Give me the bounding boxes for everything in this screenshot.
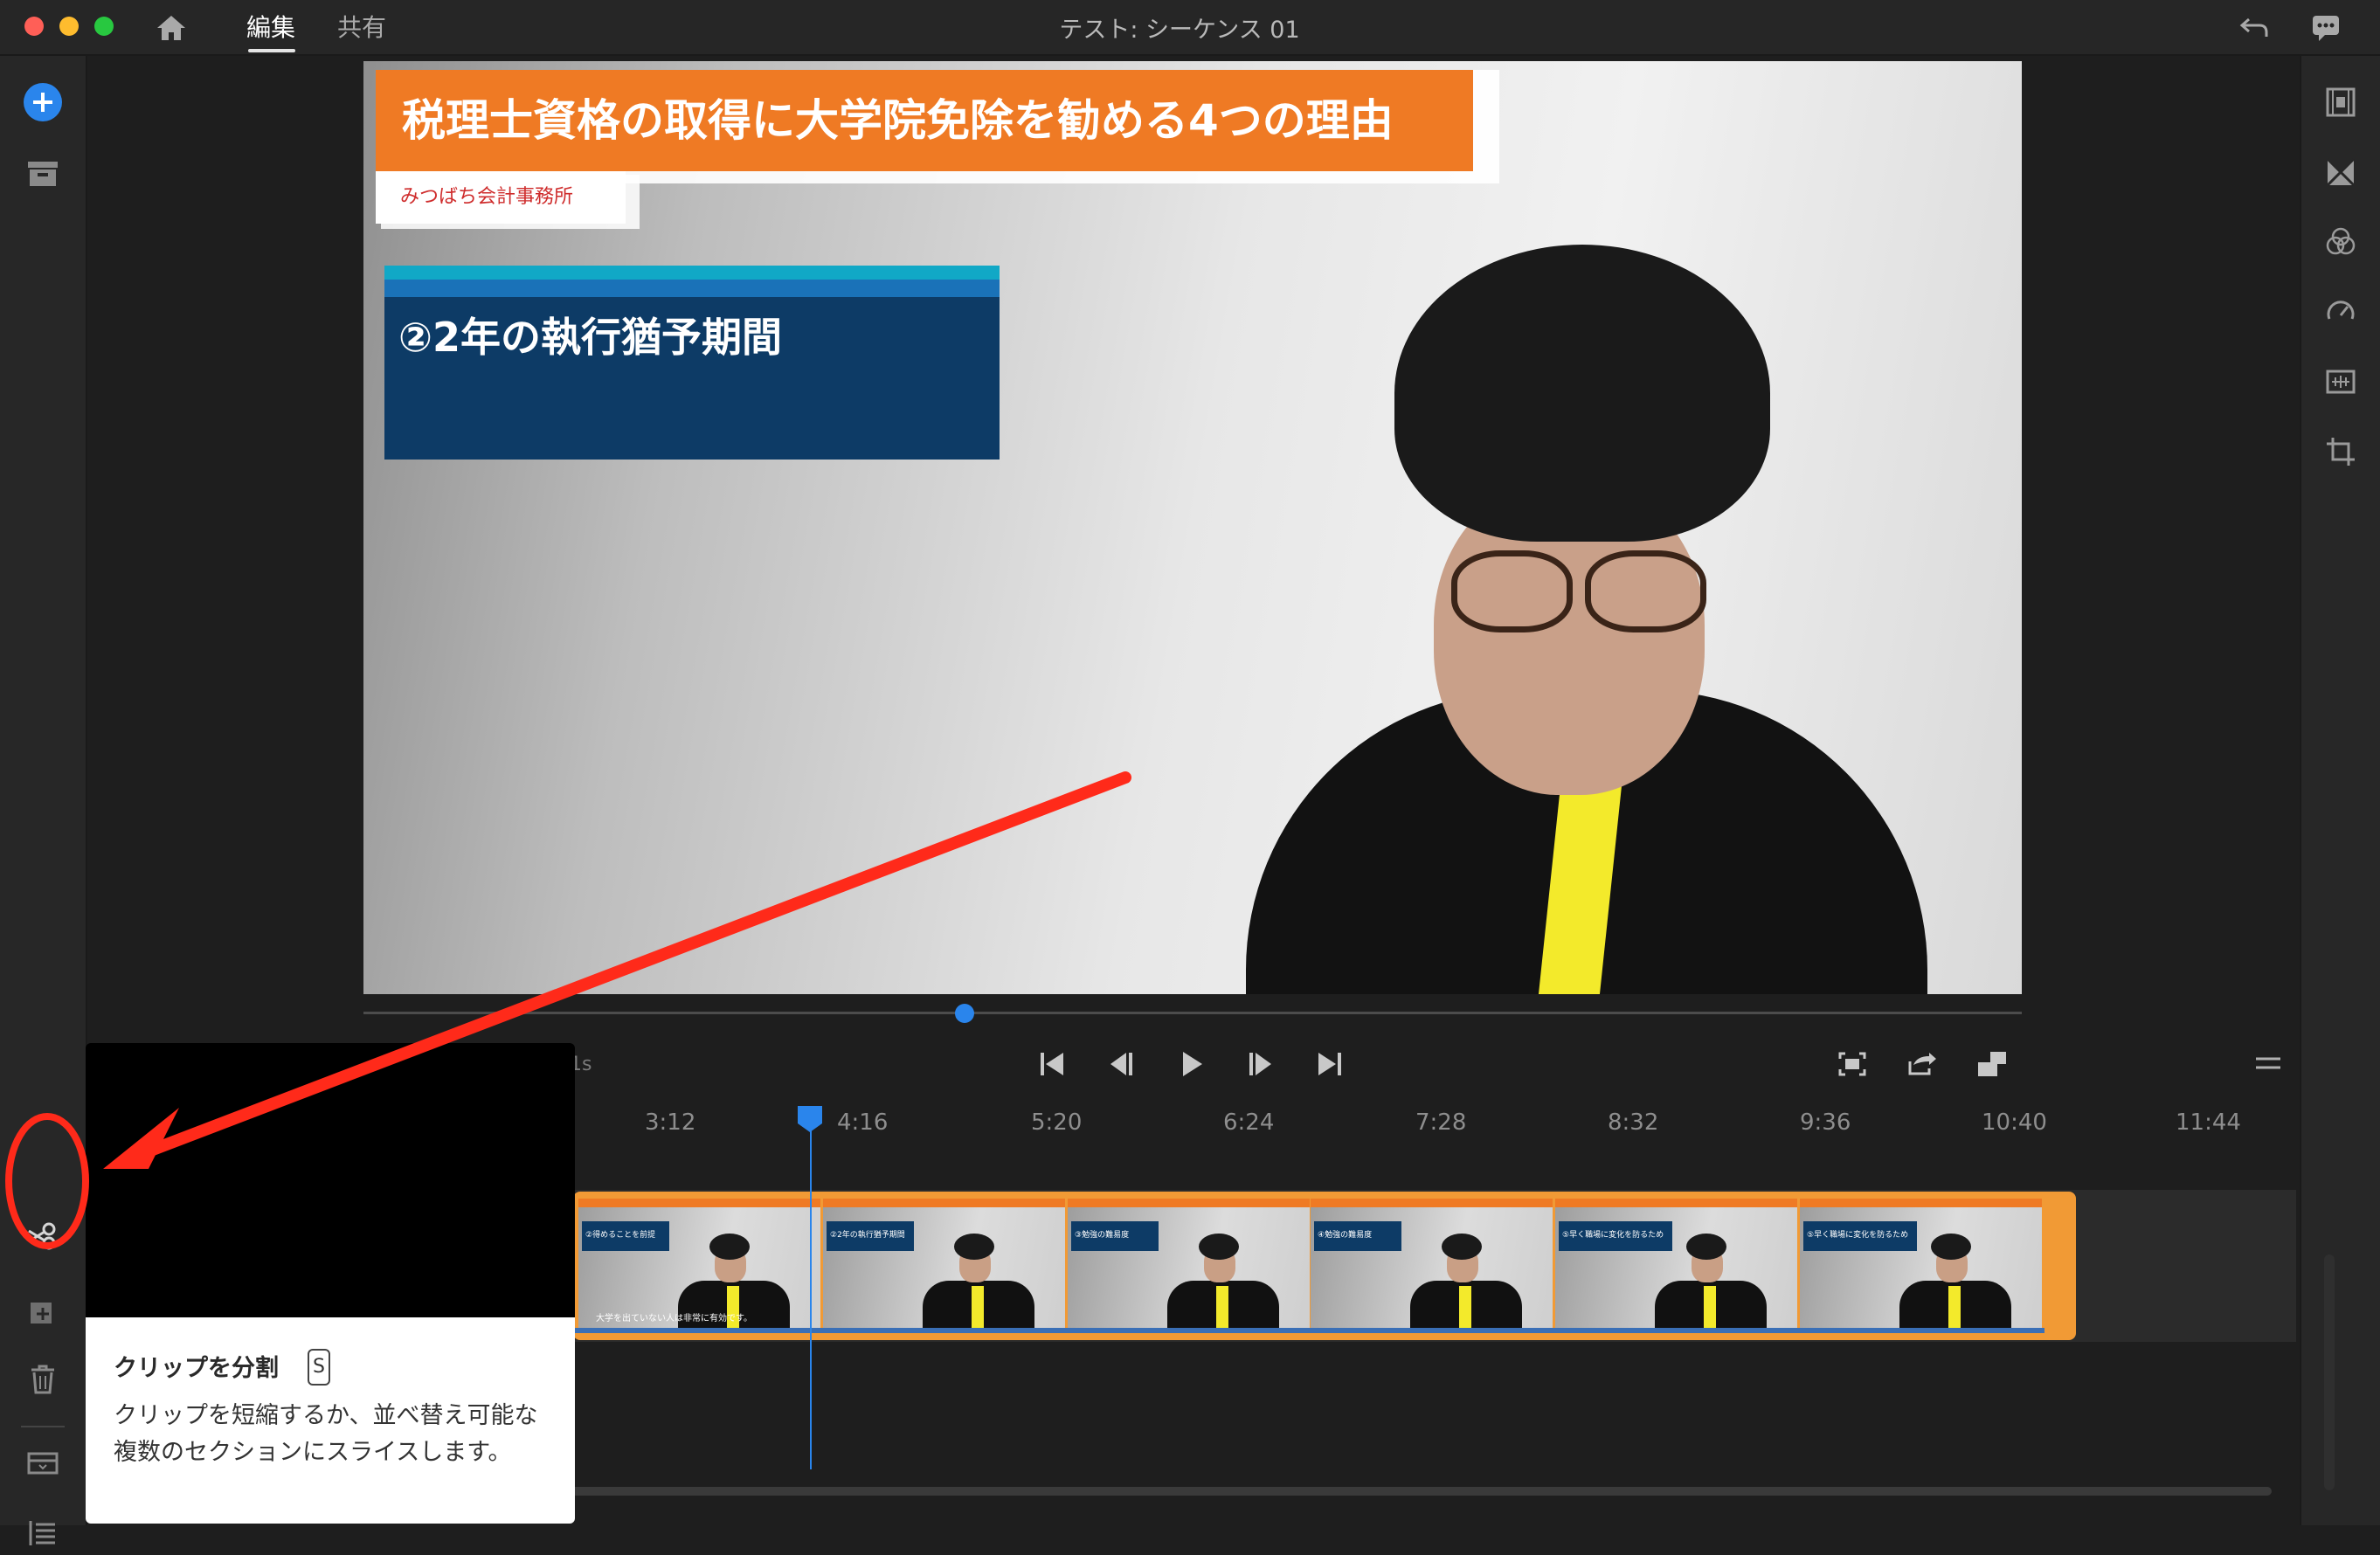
transitions-icon[interactable] <box>2319 80 2363 124</box>
timeline-menu-icon[interactable] <box>2244 1040 2293 1088</box>
clip-thumbnail: ③勉強の難易度 <box>1068 1199 1310 1330</box>
export-frame-icon[interactable] <box>1898 1040 1947 1088</box>
tooltip-title: クリップを分割 <box>114 1355 279 1382</box>
step-back-icon[interactable] <box>1097 1040 1146 1088</box>
split-clip-icon[interactable] <box>21 1214 65 1258</box>
fullscreen-icon[interactable] <box>1968 1040 2017 1088</box>
sequence-title: テスト: シーケンス 01 <box>1059 17 1300 44</box>
clip-thumbnail: ②得めることを前提 大学を出ていない人は非常に有効です。 <box>578 1199 820 1330</box>
speed-icon[interactable] <box>2319 290 2363 334</box>
playhead-handle[interactable] <box>796 1104 824 1134</box>
home-icon[interactable] <box>154 10 189 45</box>
time-tick: 10:40 <box>1982 1109 2047 1136</box>
program-monitor[interactable]: 税理士資格の取得に大学院免除を勧める4つの理由 みつばち会計事務所 ②2年の執行… <box>363 61 2022 994</box>
time-tick: 4:16 <box>837 1109 889 1136</box>
color-icon[interactable] <box>2319 220 2363 264</box>
clip-thumbnail: ④勉強の難易度 <box>1311 1199 1553 1330</box>
undo-icon[interactable] <box>2237 12 2273 44</box>
track-height-icon[interactable] <box>21 1441 65 1485</box>
audio-waveform <box>573 1328 2044 1333</box>
toolbar-divider <box>21 1426 65 1427</box>
time-tick: 6:24 <box>1223 1109 1275 1136</box>
close-window-button[interactable] <box>24 17 44 36</box>
fit-frame-icon[interactable] <box>1828 1040 1877 1088</box>
list-view-icon[interactable] <box>21 1511 65 1555</box>
right-toolbar <box>2300 56 2380 1525</box>
go-to-start-icon[interactable] <box>1027 1040 1076 1088</box>
time-tick: 9:36 <box>1800 1109 1851 1136</box>
tab-share[interactable]: 共有 <box>337 9 386 44</box>
go-to-end-icon[interactable] <box>1305 1040 1354 1088</box>
crop-icon[interactable] <box>2319 430 2363 473</box>
timeline-horizontal-scrollbar[interactable] <box>559 1487 2272 1496</box>
tooltip-shortcut-key: S <box>308 1349 330 1386</box>
video-subtitle-overlay: みつばち会計事務所 <box>376 171 626 224</box>
add-track-icon[interactable] <box>21 1289 65 1333</box>
time-tick: 8:32 <box>1608 1109 1659 1136</box>
presenter-glasses-right <box>1585 550 1706 632</box>
effects-icon[interactable] <box>2319 150 2363 194</box>
presenter-hair <box>1394 245 1770 542</box>
project-bin-icon[interactable] <box>21 152 65 196</box>
tooltip-preview <box>86 1043 575 1317</box>
clip-caption: 大学を出ていない人は非常に有効です。 <box>596 1314 752 1323</box>
point-caption-text: ②2年の執行猶予期間 <box>398 314 782 361</box>
delete-icon[interactable] <box>21 1358 65 1401</box>
play-icon[interactable] <box>1167 1040 1216 1088</box>
active-tab-indicator <box>248 49 295 52</box>
feedback-icon[interactable] <box>2308 10 2343 45</box>
clip-thumbnail: ⑤早く職場に変化を防るため <box>1555 1199 1797 1330</box>
step-forward-icon[interactable] <box>1235 1040 1284 1088</box>
time-tick: 3:12 <box>645 1109 696 1136</box>
tooltip-description: クリップを短縮するか、並べ替え可能な複数のセクションにスライスします。 <box>114 1402 538 1466</box>
presenter-glasses-left <box>1451 550 1573 632</box>
left-toolbar <box>0 56 87 1545</box>
zoom-window-button[interactable] <box>94 17 114 36</box>
title-bar: 編集 共有 テスト: シーケンス 01 <box>0 0 2380 56</box>
playhead-line <box>810 1115 812 1469</box>
scrubber-handle[interactable] <box>955 1004 974 1023</box>
monitor-scrubber[interactable] <box>363 1012 2022 1014</box>
time-tick: 11:44 <box>2176 1109 2241 1136</box>
tab-edit[interactable]: 編集 <box>246 9 295 44</box>
video-title-overlay: 税理士資格の取得に大学院免除を勧める4つの理由 <box>376 70 1473 171</box>
time-tick: 7:28 <box>1415 1109 1467 1136</box>
timeline-vertical-scrollbar[interactable] <box>2324 1254 2335 1490</box>
add-media-icon[interactable] <box>21 80 65 124</box>
audio-icon[interactable] <box>2319 360 2363 404</box>
minimize-window-button[interactable] <box>59 17 79 36</box>
time-tick: 5:20 <box>1031 1109 1083 1136</box>
clip-thumbnail: ②2年の執行猶予期間 <box>823 1199 1065 1330</box>
clip-thumbnail: ⑤早く職場に変化を防るため <box>1800 1199 2042 1330</box>
